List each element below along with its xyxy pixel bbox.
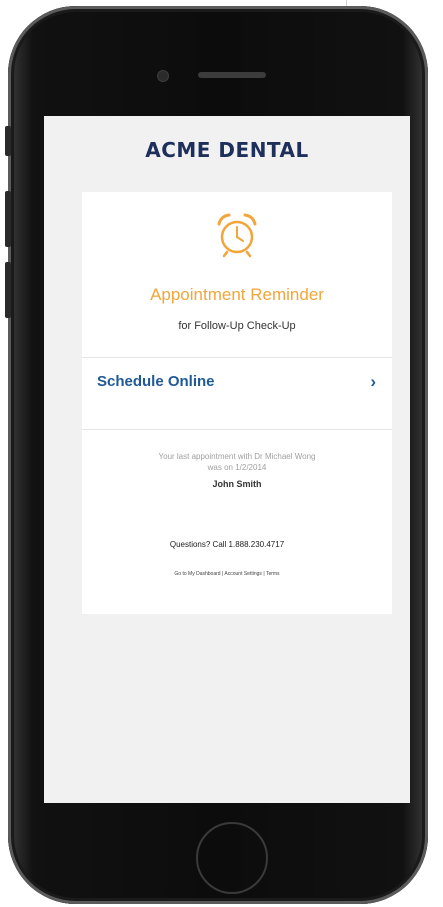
patient-name: John Smith xyxy=(212,479,262,489)
volume-down-button xyxy=(5,262,11,318)
last-appointment-line1: Your last appointment with Dr Michael Wo… xyxy=(158,452,316,461)
dashboard-link[interactable]: Go to My Dashboard xyxy=(174,571,220,577)
last-appointment-text: Your last appointment with Dr Michael Wo… xyxy=(82,451,392,473)
last-appointment-line2: was on 1/2/2014 xyxy=(207,463,267,472)
reminder-title: Appointment Reminder xyxy=(150,285,324,304)
chevron-right-icon: › xyxy=(370,372,376,391)
account-settings-link[interactable]: Account Settings xyxy=(224,571,262,577)
support-phone-text: Questions? Call 1.888.230.4717 xyxy=(169,540,285,549)
front-camera xyxy=(158,71,168,81)
mute-switch xyxy=(5,126,11,156)
terms-link[interactable]: Terms xyxy=(266,571,280,577)
divider-bottom xyxy=(82,429,392,430)
link-separator: | xyxy=(263,571,265,577)
brand-title: ACME DENTAL xyxy=(145,138,309,162)
home-button[interactable] xyxy=(196,822,268,894)
alarm-clock-icon xyxy=(217,213,257,258)
stage: ACME DENTAL Appointment Reminder for Fol… xyxy=(0,0,443,907)
reminder-subtitle: for Follow-Up Check-Up xyxy=(178,320,296,332)
footer-links: Go to My Dashboard | Account Settings | … xyxy=(44,571,410,577)
reminder-card: Appointment Reminder for Follow-Up Check… xyxy=(82,192,392,614)
phone-screen: ACME DENTAL Appointment Reminder for Fol… xyxy=(44,116,410,803)
schedule-online-label: Schedule Online xyxy=(97,373,215,390)
earpiece-speaker xyxy=(198,72,266,78)
phone-frame: ACME DENTAL Appointment Reminder for Fol… xyxy=(5,6,428,904)
volume-up-button xyxy=(5,191,11,247)
schedule-online-button[interactable]: Schedule Online › xyxy=(82,357,392,409)
